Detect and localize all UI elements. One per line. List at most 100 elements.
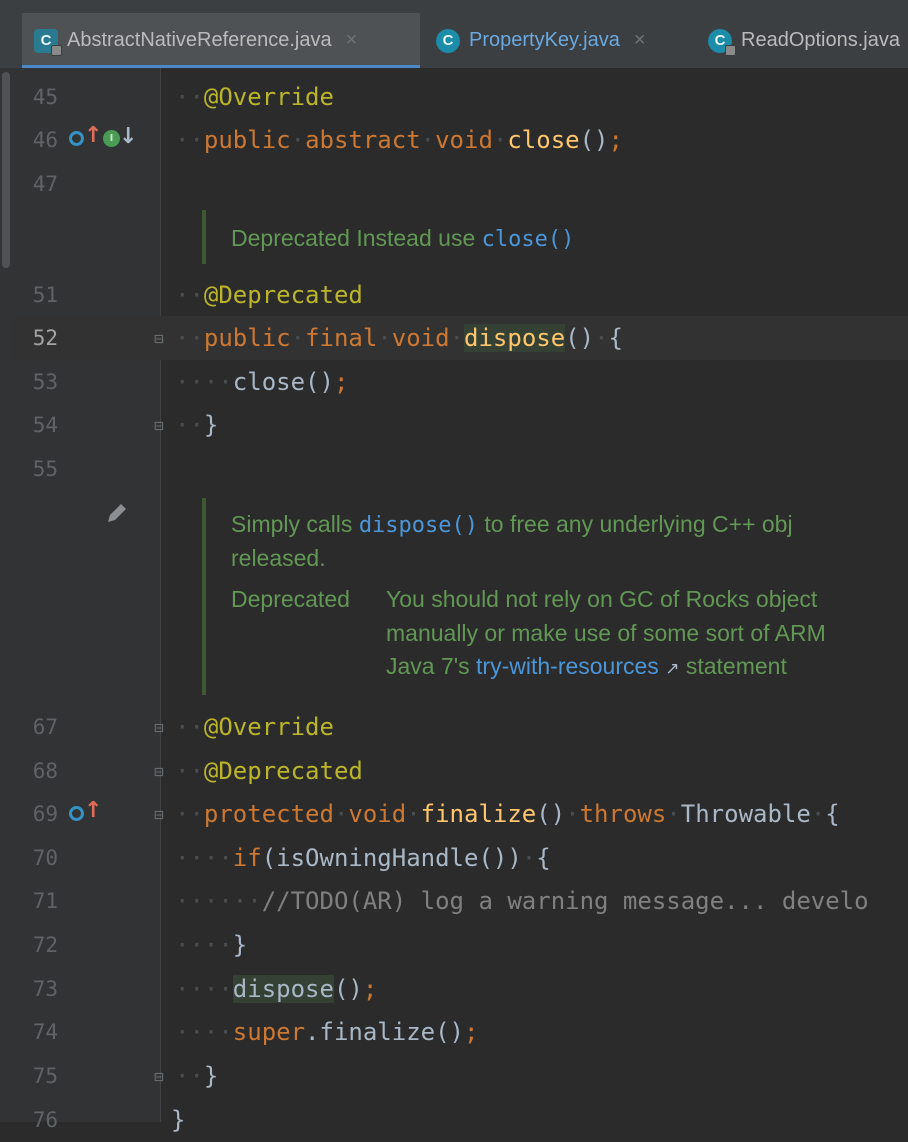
tab-read-options[interactable]: C ReadOptions.java [696,13,908,68]
class-icon: C [436,28,460,53]
annotation: @Deprecated [203,757,363,785]
code-line-46: ··public·abstract·void·close(); [175,126,623,154]
abstract-class-icon: C [34,28,62,56]
code-line-75: ··} [175,1062,219,1090]
code-line-51: ··@Deprecated [175,281,363,309]
close-tab-icon[interactable]: × [634,29,646,52]
doc-text: manually or make use of some sort of ARM [386,620,826,646]
line-number: 51 [32,283,58,307]
code-line-70: ····if(isOwningHandle())·{ [175,844,551,872]
line-number: 45 [32,85,58,109]
brace: { [536,844,551,872]
keyword: public [203,324,291,352]
external-link-icon: ↗ [665,659,680,678]
line-number: 54 [32,413,58,437]
todo-comment: //TODO(AR) log a warning message... deve… [261,887,869,915]
doc-text: statement [685,653,787,679]
rendered-doc-dispose-summary: Simply calls dispose() to free any under… [231,508,793,542]
code-line-53: ····close(); [175,368,349,396]
class-icon: C [708,28,736,56]
keyword: throws [579,800,667,828]
keyword: void [435,126,493,154]
fold-start-icon[interactable]: ⊟ [151,806,167,824]
fold-end-icon[interactable]: ⊟ [151,763,167,781]
line-number: 47 [32,172,58,196]
doc-text: Instead use [356,225,476,251]
doc-link[interactable]: dispose() [359,513,478,538]
external-link[interactable]: try-with-resources [476,653,659,679]
doc-comment-bar [202,210,206,264]
code-line-54: ··} [175,411,219,439]
annotation: @Deprecated [203,281,363,309]
close-tab-icon[interactable]: × [346,29,358,52]
line-number: 68 [32,759,58,783]
overrides-method-icon[interactable] [69,806,84,821]
implemented-method-icon[interactable]: I [103,130,120,147]
window-top-strip [0,0,908,13]
tab-label: PropertyKey.java [469,29,620,51]
brace: } [203,1062,219,1090]
overrides-method-icon[interactable] [69,131,84,146]
doc-text: to free any underlying C++ obj [484,511,793,537]
up-arrow-icon: ↑ [84,123,103,148]
fold-end-icon[interactable]: ⊟ [151,417,167,435]
code-line-67: ··@Override [175,713,334,741]
brace: { [608,324,623,352]
fold-end-icon[interactable]: ⊟ [151,1068,167,1086]
line-number: 74 [32,1020,58,1044]
semicolon: ; [333,368,349,396]
line-number: 75 [32,1064,58,1088]
keyword: protected [203,800,334,828]
line-number: 52 [32,326,58,350]
line-number: 73 [32,977,58,1001]
keyword: if [232,844,262,872]
doc-text: Simply calls [231,511,353,537]
keyword: final [305,324,378,352]
parens: () [305,368,334,396]
parens: () [536,800,566,828]
semicolon: ; [608,126,623,154]
line-number: 76 [32,1108,58,1132]
semicolon: ; [464,1018,479,1046]
method-name: finalize [420,800,537,828]
code-line-69: ··protected·void·finalize()·throws·Throw… [175,800,840,828]
method-name: close [507,126,580,154]
brace: } [203,411,219,439]
line-number: 55 [32,457,58,481]
annotation: @Override [203,713,334,741]
tab-label: ReadOptions.java [741,29,900,51]
down-arrow-icon: ↓ [119,124,138,149]
up-arrow-icon: ↑ [84,798,103,823]
semicolon: ; [362,975,378,1003]
brace: { [825,800,840,828]
tab-property-key[interactable]: C PropertyKey.java × [424,13,688,68]
code-line-73: ····dispose(); [175,975,378,1003]
line-number: 46 [32,128,58,152]
fold-start-icon[interactable]: ⊟ [151,330,167,348]
doc-tag: Deprecated [231,586,350,612]
edit-doc-pencil-icon[interactable] [104,500,130,530]
type-name: Throwable [680,800,811,828]
code-line-74: ····super.finalize(); [175,1018,479,1046]
keyword: void [391,324,450,352]
line-number: 53 [32,370,58,394]
parens: () [565,324,595,352]
doc-text: Java 7's [386,653,470,679]
tab-abstract-native-reference[interactable]: C AbstractNativeReference.java × [22,13,420,68]
code-line-71: ······//TODO(AR) log a warning message..… [175,887,869,915]
annotation: @Override [203,83,334,111]
scrollbar-thumb[interactable] [2,72,10,268]
fold-start-icon[interactable]: ⊟ [151,719,167,737]
line-number: 67 [32,715,58,739]
parens: () [333,975,363,1003]
keyword: super [232,1018,306,1046]
tab-label: AbstractNativeReference.java [67,29,332,51]
doc-text: You should not rely on GC of Rocks objec… [386,586,818,612]
code-line-52: ··public·final·void·dispose()·{ [175,324,623,352]
line-number: 69 [32,802,58,826]
code-line-68: ··@Deprecated [175,757,363,785]
condition: (isOwningHandle()) [261,844,522,872]
doc-link[interactable]: close() [482,227,575,252]
keyword: public [203,126,291,154]
doc-comment-bar [202,498,206,695]
